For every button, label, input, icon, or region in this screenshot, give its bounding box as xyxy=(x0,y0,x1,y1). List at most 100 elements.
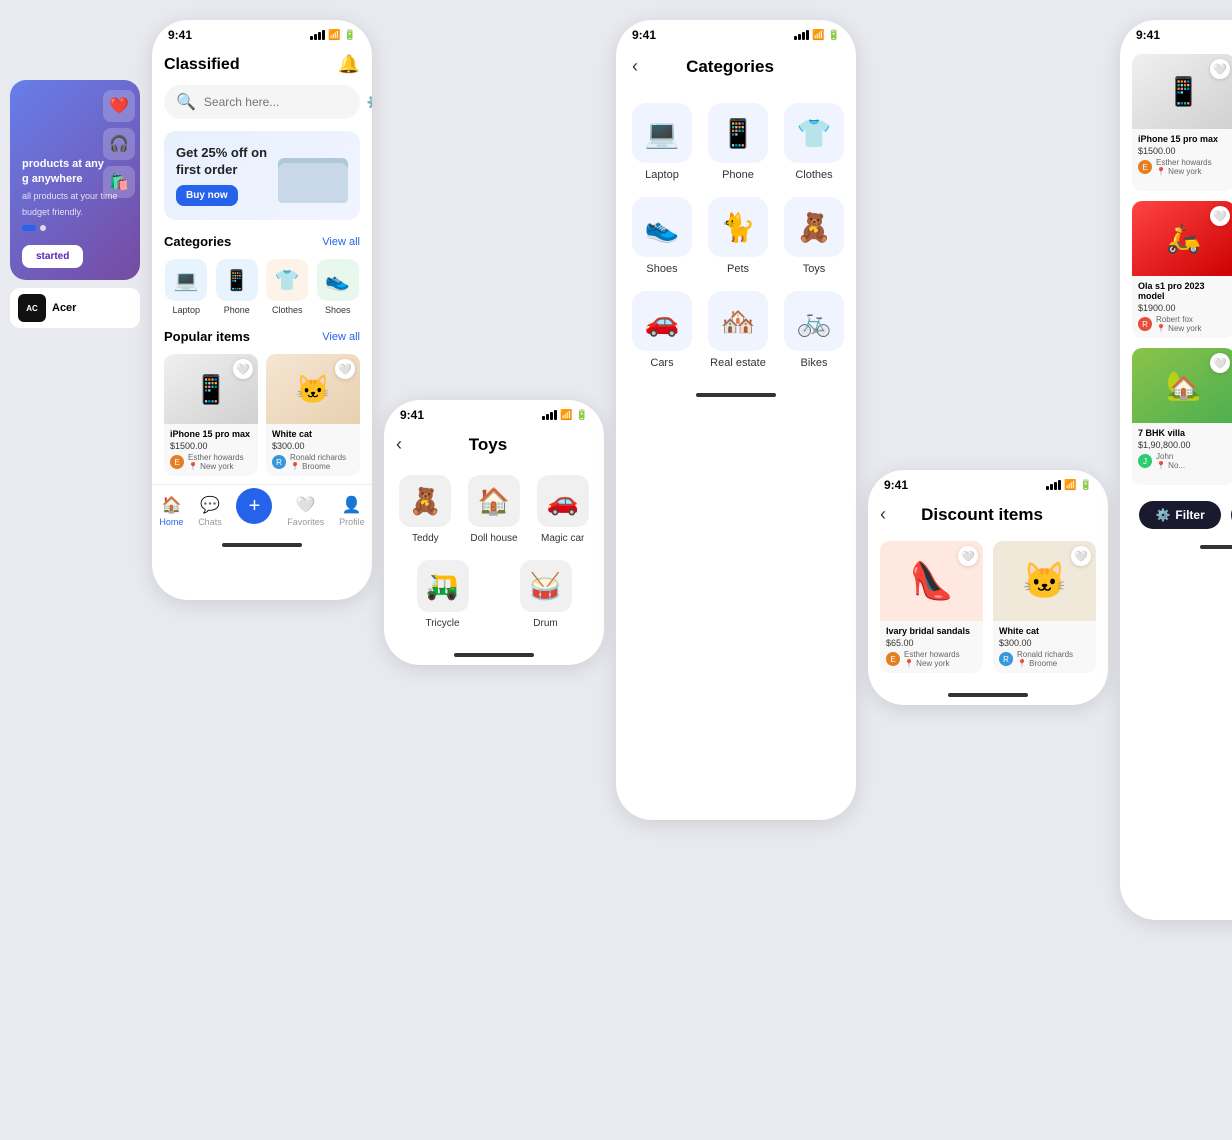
cat-location: 📍 Broome xyxy=(290,462,346,471)
nav-chats[interactable]: 💬 Chats xyxy=(198,495,222,527)
cat-shoes-icon: 👟 xyxy=(632,197,692,257)
toy-drum[interactable]: 🥁 Drum xyxy=(520,560,572,629)
category-phone[interactable]: 📱 Phone xyxy=(215,259,260,315)
dot-2 xyxy=(40,225,46,231)
status-bar-discount: 9:41 📶 🔋 xyxy=(868,470,1108,496)
cat-toys-icon: 🧸 xyxy=(784,197,844,257)
categories-section-title: Categories xyxy=(164,234,231,249)
buy-now-button[interactable]: Buy now xyxy=(176,185,238,206)
categories-section-header: Categories View all xyxy=(164,234,360,249)
cat-bikes[interactable]: 🚲 Bikes xyxy=(784,291,844,369)
started-button[interactable]: started xyxy=(22,245,83,268)
popular-item-iphone[interactable]: 📱 🤍 iPhone 15 pro max $1500.00 E Esther … xyxy=(164,354,258,476)
listing-villa[interactable]: 🏡 🤍 7 BHK villa $1,90,800.00 J John 📍 No… xyxy=(1132,348,1232,485)
listing-ola-heart[interactable]: 🤍 xyxy=(1210,206,1230,226)
listing-villa-seller: John 📍 No... xyxy=(1156,452,1185,470)
drum-icon: 🥁 xyxy=(520,560,572,612)
nav-profile[interactable]: 👤 Profile xyxy=(339,495,365,527)
home-indicator-toys xyxy=(454,653,534,657)
listing-ola-loc: 📍 New york xyxy=(1156,324,1202,333)
category-laptop[interactable]: 💻 Laptop xyxy=(164,259,209,315)
cat-realestate-icon: 🏘️ xyxy=(708,291,768,351)
cat-name: White cat xyxy=(272,429,354,439)
classified-content: Classified 🔔 🔍 ⚙️ Get 25% off on first o… xyxy=(152,46,372,484)
toy-dollhouse[interactable]: 🏠 Doll house xyxy=(465,475,524,544)
discount-cat-location: 📍 Broome xyxy=(1017,659,1073,668)
cat-cars[interactable]: 🚗 Cars xyxy=(632,291,692,369)
popular-item-cat[interactable]: 🐱 🤍 White cat $300.00 R Ronald richards … xyxy=(266,354,360,476)
banner-subtext2: budget friendly. xyxy=(22,206,83,219)
banner-icons: ❤️ 🎧 🛍️ xyxy=(103,90,135,198)
discount-cat[interactable]: 🐱 🤍 White cat $300.00 R Ronald richards … xyxy=(993,541,1096,673)
popular-section-title: Popular items xyxy=(164,329,250,344)
teddy-label: Teddy xyxy=(412,533,439,544)
listing-villa-seller-row: J John 📍 No... xyxy=(1138,452,1229,470)
sandals-info: Ivary bridal sandals $65.00 E Esther how… xyxy=(880,621,983,673)
discount-sandals[interactable]: 👠 🤍 Ivary bridal sandals $65.00 E Esther… xyxy=(880,541,983,673)
nav-add-button[interactable]: + xyxy=(236,488,272,524)
toys-page-title: Toys xyxy=(402,435,574,455)
toy-tricycle[interactable]: 🛺 Tricycle xyxy=(417,560,469,629)
cat-info: White cat $300.00 R Ronald richards 📍 Br… xyxy=(266,424,360,476)
promo-title2: first order xyxy=(176,162,267,179)
cat-pets[interactable]: 🐈 Pets xyxy=(708,197,768,275)
nav-home[interactable]: 🏠 Home xyxy=(159,495,183,527)
toys-page-header: ‹ Toys xyxy=(384,426,604,459)
listing-villa-loc: 📍 No... xyxy=(1156,461,1185,470)
acer-name: Acer xyxy=(52,302,76,314)
status-bar-1: 9:41 📶 🔋 xyxy=(152,20,372,46)
listing-iphone-price: $1500.00 xyxy=(1138,146,1229,156)
signal-bars-cats xyxy=(794,30,809,40)
discount-cat-img: 🐱 🤍 xyxy=(993,541,1096,621)
filter-sliders-icon[interactable]: ⚙️ xyxy=(367,94,372,111)
category-shoes[interactable]: 👟 Shoes xyxy=(316,259,361,315)
cat-pets-icon: 🐈 xyxy=(708,197,768,257)
bell-icon[interactable]: 🔔 xyxy=(338,54,360,75)
categories-view-all[interactable]: View all xyxy=(322,236,360,248)
discount-cat-heart-btn[interactable]: 🤍 xyxy=(1071,546,1091,566)
listing-iphone-heart[interactable]: 🤍 xyxy=(1210,59,1230,79)
listing-villa-avatar: J xyxy=(1138,454,1152,468)
chat-icon: 💬 xyxy=(200,495,220,515)
category-clothes[interactable]: 👕 Clothes xyxy=(265,259,310,315)
popular-view-all[interactable]: View all xyxy=(322,331,360,343)
listing-iphone[interactable]: 📱 🤍 iPhone 15 pro max $1500.00 E Esther … xyxy=(1132,54,1232,191)
listing-ola-price: $1900.00 xyxy=(1138,303,1229,313)
cat-toys[interactable]: 🧸 Toys xyxy=(784,197,844,275)
sandals-heart-btn[interactable]: 🤍 xyxy=(958,546,978,566)
cat-clothes[interactable]: 👕 Clothes xyxy=(784,103,844,181)
shoes-label: Shoes xyxy=(325,305,351,315)
banner-subtext1: all products at your time xyxy=(22,190,118,203)
wifi-icon-toys: 📶 xyxy=(560,410,572,421)
discount-cat-seller-row: R Ronald richards 📍 Broome xyxy=(999,650,1090,668)
listing-iphone-loc: 📍 New york xyxy=(1156,167,1212,176)
cat-shoes[interactable]: 👟 Shoes xyxy=(632,197,692,275)
discount-cat-price: $300.00 xyxy=(999,638,1090,648)
listing-villa-heart[interactable]: 🤍 xyxy=(1210,353,1230,373)
cat-laptop-label: Laptop xyxy=(645,169,679,181)
iphone-heart-btn[interactable]: 🤍 xyxy=(233,359,253,379)
toy-teddy[interactable]: 🧸 Teddy xyxy=(396,475,455,544)
search-bar[interactable]: 🔍 ⚙️ xyxy=(164,85,360,119)
listing-villa-name: 7 BHK villa xyxy=(1138,428,1229,438)
cat-heart-btn[interactable]: 🤍 xyxy=(335,359,355,379)
search-input[interactable] xyxy=(204,95,359,109)
nav-favorites[interactable]: 🤍 Favorites xyxy=(287,495,324,527)
cat-phone[interactable]: 📱 Phone xyxy=(708,103,768,181)
status-bar-cats: 9:41 📶 🔋 xyxy=(616,20,856,46)
filter-button[interactable]: ⚙️ Filter xyxy=(1139,501,1220,529)
cat-seller: Ronald richards 📍 Broome xyxy=(290,453,346,471)
left-banner: ❤️ 🎧 🛍️ products at any g anywhere all p… xyxy=(10,20,140,328)
phone-icon-box: 📱 xyxy=(216,259,258,301)
toy-magiccar[interactable]: 🚗 Magic car xyxy=(533,475,592,544)
iphone-location: 📍 New york xyxy=(188,462,244,471)
cat-laptop[interactable]: 💻 Laptop xyxy=(632,103,692,181)
status-icons-toys: 📶 🔋 xyxy=(542,410,588,421)
listing-ola[interactable]: 🛵 🤍 Ola s1 pro 2023 model $1900.00 R Rob… xyxy=(1132,201,1232,338)
dollhouse-label: Doll house xyxy=(470,533,517,544)
iphone-name: iPhone 15 pro max xyxy=(170,429,252,439)
categories-page-header: ‹ Categories xyxy=(616,46,856,87)
cat-realestate[interactable]: 🏘️ Real estate xyxy=(708,291,768,369)
cat-phone-icon: 📱 xyxy=(708,103,768,163)
signal-bars-toys xyxy=(542,410,557,420)
